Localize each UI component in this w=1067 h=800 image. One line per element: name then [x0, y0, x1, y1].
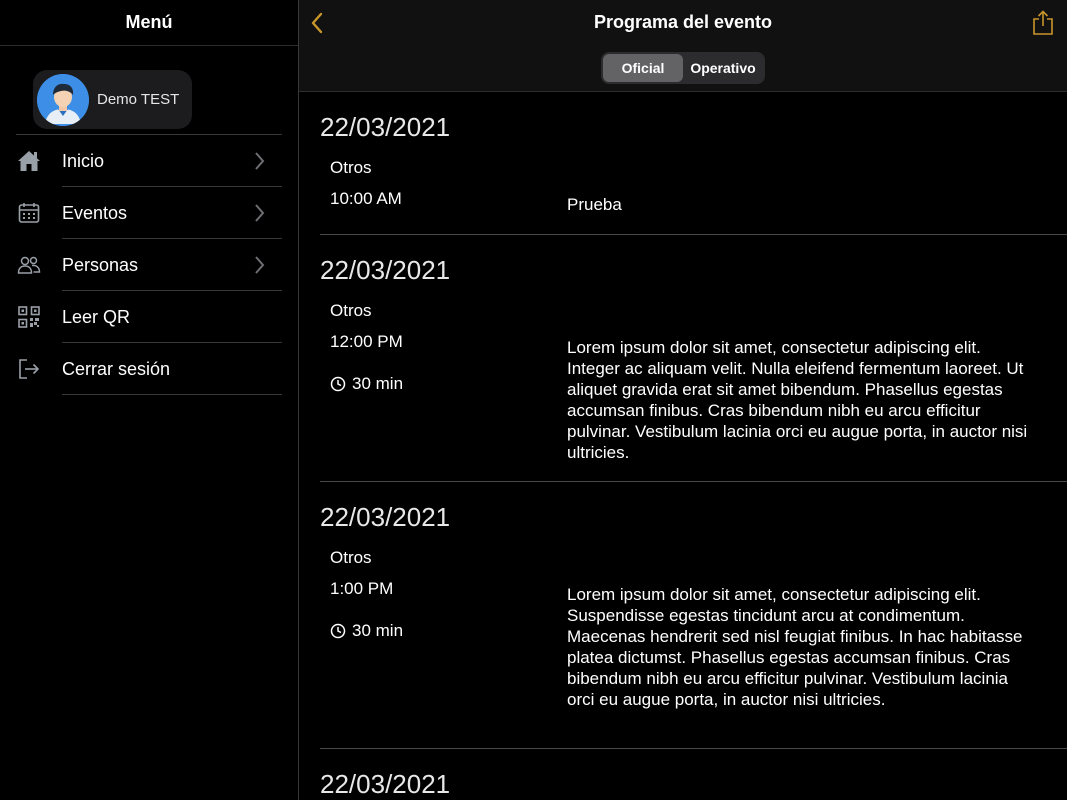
share-icon[interactable] — [1031, 10, 1055, 36]
event-duration: 30 min — [330, 372, 567, 396]
sidebar: Menú Demo TEST Inicio Eventos Personas L… — [0, 0, 298, 800]
chevron-right-icon — [255, 256, 265, 274]
calendar-icon — [16, 200, 42, 226]
segment-oficial[interactable]: Oficial — [603, 54, 683, 82]
event-item[interactable]: 22/03/2021 Otros 1:00 PM 30 min Lorem ip… — [320, 482, 1067, 749]
event-item[interactable]: 22/03/2021 Otros 12:00 PM 30 min Lorem i… — [320, 235, 1067, 482]
sidebar-header: Menú — [0, 0, 298, 46]
segment-operativo[interactable]: Operativo — [683, 54, 763, 82]
clock-icon — [330, 376, 346, 392]
event-date: 22/03/2021 — [320, 502, 451, 532]
logout-icon — [16, 356, 42, 382]
event-duration-text: 30 min — [352, 621, 404, 640]
menu-list: Inicio Eventos Personas Leer QR Cerrar s… — [0, 135, 298, 395]
chevron-right-icon — [255, 152, 265, 170]
clock-icon — [330, 623, 346, 639]
event-description: Lorem ipsum dolor sit amet, consectetur … — [567, 338, 1028, 462]
event-item[interactable]: 22/03/2021 Otros 10:00 AM Prueba — [320, 92, 1067, 235]
profile-section: Demo TEST — [0, 46, 298, 134]
event-description: Lorem ipsum dolor sit amet, consectetur … — [567, 585, 1023, 709]
chevron-right-icon — [255, 204, 265, 222]
page-title: Programa del evento — [593, 12, 773, 32]
qr-code-icon — [16, 304, 42, 330]
event-category: Otros — [330, 548, 372, 567]
event-category: Otros — [330, 158, 372, 177]
main-panel: Programa del evento Oficial Operativo 22… — [299, 0, 1067, 800]
sidebar-item-label: Cerrar sesión — [62, 358, 171, 379]
event-duration: 30 min — [330, 619, 567, 643]
event-date: 22/03/2021 — [320, 255, 451, 285]
avatar — [37, 73, 89, 126]
sidebar-item-inicio[interactable]: Inicio — [0, 135, 298, 187]
event-date: 22/03/2021 — [320, 112, 451, 142]
people-icon — [16, 252, 42, 278]
top-bar: Programa del evento Oficial Operativo — [299, 0, 1067, 92]
event-item[interactable]: 22/03/2021 — [320, 749, 1067, 800]
sidebar-item-leer-qr[interactable]: Leer QR — [0, 291, 298, 343]
event-category: Otros — [330, 301, 372, 320]
sidebar-item-label: Leer QR — [62, 306, 131, 327]
profile-chip[interactable]: Demo TEST — [33, 70, 193, 129]
event-time: 12:00 PM — [330, 332, 403, 351]
profile-name: Demo TEST — [97, 91, 180, 108]
menu-separator — [62, 394, 282, 395]
event-list: 22/03/2021 Otros 10:00 AM Prueba 22/03/2… — [299, 92, 1067, 800]
event-duration-text: 30 min — [352, 374, 404, 393]
sidebar-title: Menú — [125, 12, 173, 32]
segmented-control: Oficial Operativo — [601, 52, 765, 84]
event-time: 10:00 AM — [330, 189, 402, 208]
event-date: 22/03/2021 — [320, 769, 451, 799]
event-time: 1:00 PM — [330, 579, 394, 598]
sidebar-item-personas[interactable]: Personas — [0, 239, 298, 291]
event-description: Prueba — [567, 195, 622, 214]
sidebar-item-eventos[interactable]: Eventos — [0, 187, 298, 239]
home-icon — [16, 148, 42, 174]
sidebar-item-cerrar-sesion[interactable]: Cerrar sesión — [0, 343, 298, 395]
